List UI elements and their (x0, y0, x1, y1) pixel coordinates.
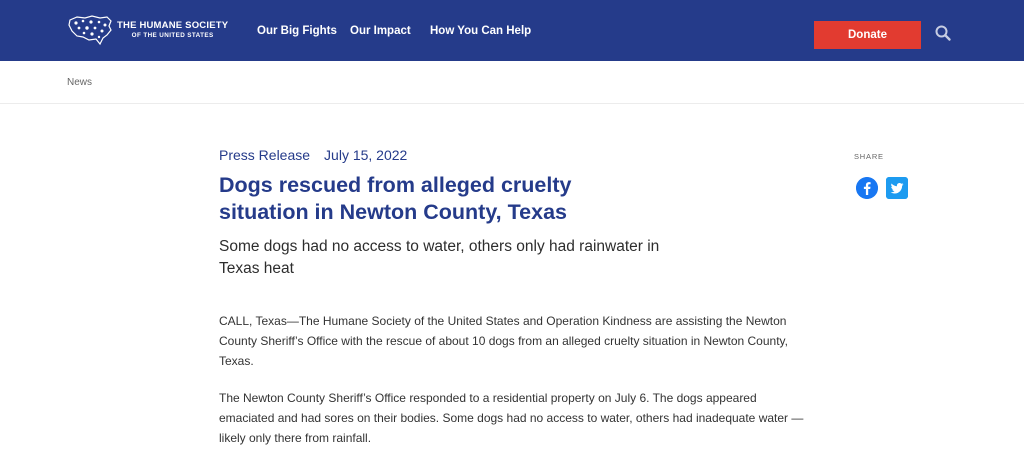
donate-button[interactable]: Donate (814, 21, 921, 49)
twitter-icon[interactable] (886, 177, 908, 199)
article-title: Dogs rescued from alleged cruelty situat… (219, 173, 572, 224)
article-meta: Press Release July 15, 2022 (219, 147, 407, 163)
share-label: SHARE (854, 152, 884, 161)
article-subtitle: Some dogs had no access to water, others… (219, 238, 660, 277)
us-map-animals-icon (68, 15, 112, 46)
search-icon[interactable] (934, 24, 952, 42)
hsus-logo[interactable]: THE HUMANE SOCIETY OF THE UNITED STATES (67, 12, 232, 48)
breadcrumb-news-link[interactable]: News (67, 77, 92, 88)
article-paragraph-2: The Newton County Sheriff’s Office respo… (219, 391, 804, 445)
article-type[interactable]: Press Release (219, 147, 310, 163)
article-date: July 15, 2022 (324, 147, 408, 163)
nav-our-big-fights[interactable]: Our Big Fights (257, 0, 337, 61)
nav-how-you-can-help[interactable]: How You Can Help (430, 0, 531, 61)
site-header: THE HUMANE SOCIETY OF THE UNITED STATES … (0, 0, 1024, 61)
breadcrumb: News (0, 61, 1024, 104)
facebook-icon[interactable] (856, 177, 878, 199)
nav-our-impact[interactable]: Our Impact (350, 0, 411, 61)
logo-wordmark: THE HUMANE SOCIETY OF THE UNITED STATES (117, 19, 229, 40)
article-paragraph-1: CALL, Texas—The Humane Society of the Un… (219, 314, 788, 368)
logo-line-1: THE HUMANE SOCIETY (117, 19, 229, 31)
logo-line-2: OF THE UNITED STATES (131, 31, 214, 39)
